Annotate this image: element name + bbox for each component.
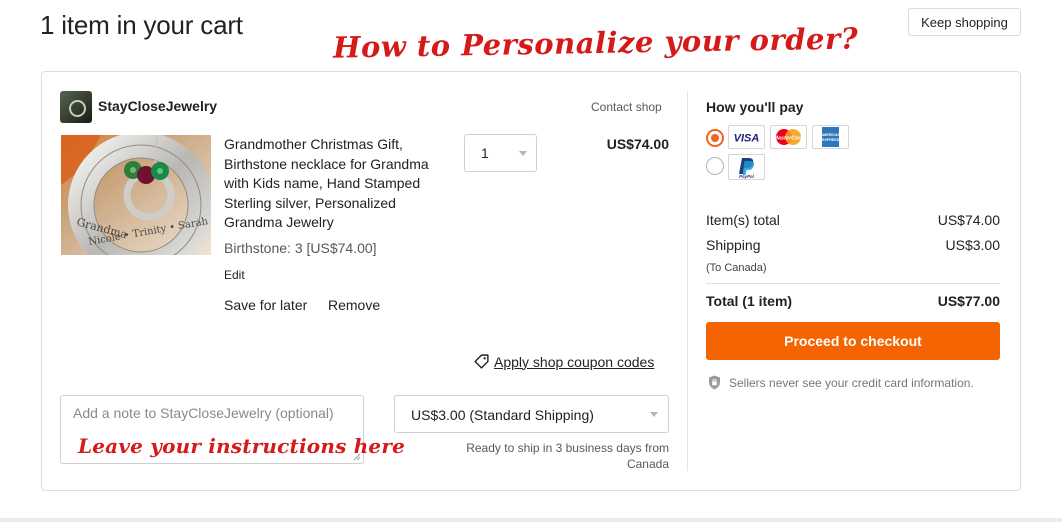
mastercard-text: MasterCard (773, 136, 804, 142)
product-variation: Birthstone: 3 [US$74.00] (224, 240, 377, 256)
shipping-method-select[interactable]: US$3.00 (Standard Shipping) (394, 395, 669, 433)
page-bottom-divider (0, 518, 1062, 522)
shipping-method-value: US$3.00 (Standard Shipping) (411, 407, 594, 423)
amex-logo-icon: AMERICAN EXPRESS (812, 125, 849, 149)
amex-text-line1: AMERICAN (821, 133, 841, 137)
column-divider (687, 91, 688, 471)
necklace-photo: Grandma Nicole • Trinity • Sarah (61, 135, 211, 255)
lock-shield-icon (709, 375, 720, 390)
mastercard-logo-icon: MasterCard (770, 125, 807, 149)
payment-heading: How you'll pay (706, 99, 804, 115)
shipping-label: Shipping (706, 237, 761, 253)
total-label: Total (1 item) (706, 293, 793, 309)
total-value: US$77.00 (937, 293, 1000, 309)
shop-avatar[interactable] (60, 91, 92, 123)
annotation-note-hint: Leave your instructions here (78, 434, 406, 458)
items-total-value: US$74.00 (937, 212, 1000, 228)
tag-icon (474, 354, 489, 369)
summary-divider (706, 283, 1000, 284)
note-placeholder: Add a note to StayCloseJewelry (optional… (73, 405, 334, 421)
shipping-cost-value: US$3.00 (945, 237, 1000, 253)
product-title[interactable]: Grandmother Christmas Gift, Birthstone n… (224, 135, 456, 233)
product-image[interactable]: Grandma Nicole • Trinity • Sarah (61, 135, 211, 255)
quantity-value: 1 (481, 145, 489, 161)
payment-radio-paypal[interactable] (706, 157, 724, 175)
save-for-later-link[interactable]: Save for later (224, 297, 307, 313)
secure-note-text: Sellers never see your credit card infor… (729, 375, 974, 390)
chevron-down-icon (519, 151, 527, 156)
remove-link[interactable]: Remove (328, 297, 380, 313)
items-total-label: Item(s) total (706, 212, 780, 228)
visa-logo-icon: VISA (728, 125, 765, 149)
contact-shop-link[interactable]: Contact shop (591, 100, 662, 114)
chevron-down-icon (650, 412, 658, 417)
keep-shopping-button[interactable]: Keep shopping (908, 8, 1021, 36)
annotation-heading: How to Personalize your order? (332, 21, 859, 65)
apply-coupon-link[interactable]: Apply shop coupon codes (473, 353, 654, 370)
proceed-to-checkout-button[interactable]: Proceed to checkout (706, 322, 1000, 360)
edit-link[interactable]: Edit (224, 268, 245, 282)
apply-coupon-label: Apply shop coupon codes (494, 353, 655, 370)
payment-radio-cards[interactable] (706, 129, 724, 147)
secure-payment-note: Sellers never see your credit card infor… (708, 375, 974, 390)
ready-to-ship-note: Ready to ship in 3 business days from Ca… (466, 441, 669, 471)
shop-name[interactable]: StayCloseJewelry (98, 98, 217, 114)
amex-text-line2: EXPRESS (822, 138, 840, 142)
page-title: 1 item in your cart (40, 10, 243, 40)
visa-text: VISA (734, 133, 760, 145)
shipping-destination: (To Canada) (706, 262, 767, 274)
paypal-text: PayPal (739, 174, 755, 179)
quantity-select[interactable]: 1 (464, 134, 537, 172)
paypal-logo-icon: PayPal (728, 154, 765, 180)
item-price: US$74.00 (606, 136, 669, 152)
